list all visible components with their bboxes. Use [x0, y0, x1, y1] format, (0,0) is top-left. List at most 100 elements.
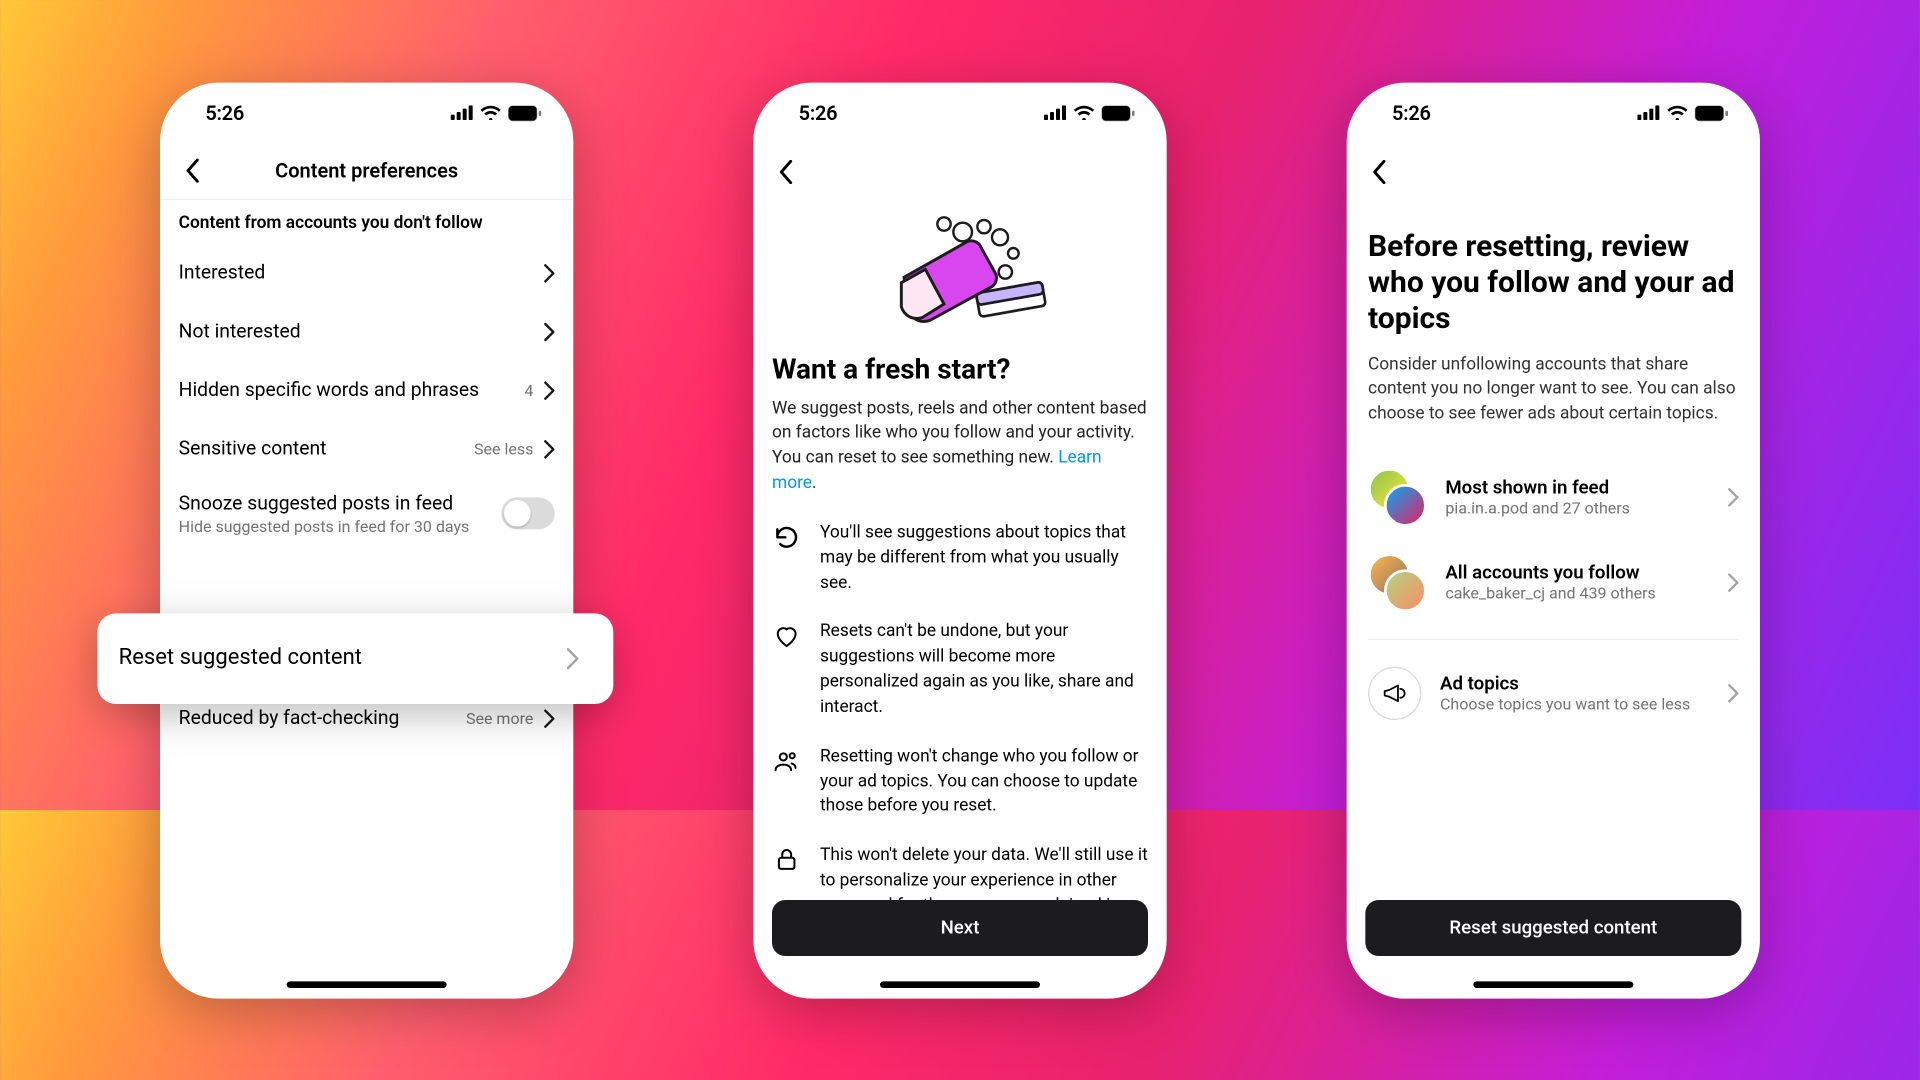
row-hidden-words[interactable]: Hidden specific words and phrases 4 [160, 361, 573, 420]
row-right: See less [474, 439, 555, 458]
onboarding-intro: We suggest posts, reels and other conten… [772, 397, 1148, 498]
page-description: Consider unfollowing accounts that share… [1368, 353, 1739, 428]
chevron-right-icon [567, 647, 579, 668]
info-item-refresh: You'll see suggestions about topics that… [772, 521, 1148, 596]
wifi-icon [480, 105, 501, 120]
row-subtitle: Choose topics you want to see less [1440, 695, 1709, 714]
value-label: See more [466, 709, 533, 728]
row-title: Most shown in feed [1445, 477, 1709, 498]
refresh-icon [772, 521, 801, 596]
value-label: See less [474, 439, 533, 458]
page-title: Before resetting, review who you follow … [1368, 229, 1739, 337]
count-badge: 4 [524, 381, 533, 400]
status-time: 5:26 [799, 101, 838, 125]
content-area: Content from accounts you don't follow I… [160, 199, 573, 998]
back-button[interactable] [769, 155, 801, 187]
battery-icon [508, 105, 541, 121]
cellular-icon [1044, 105, 1067, 120]
chevron-right-icon [1728, 684, 1739, 703]
row-label: Not interested [179, 320, 301, 343]
info-item-people: Resetting won't change who you follow or… [772, 745, 1148, 820]
row-label: Reduced by fact-checking [179, 707, 400, 730]
status-bar: 5:26 [160, 82, 573, 143]
eraser-illustration [753, 199, 1166, 354]
row-snooze-suggested[interactable]: Snooze suggested posts in feed Hide sugg… [160, 478, 573, 549]
heart-icon [772, 621, 801, 722]
row-label: Reset suggested content [119, 645, 362, 670]
phone-review-before-reset: 5:26 Before resetting, review who you fo… [1347, 82, 1760, 998]
chevron-left-icon [778, 159, 793, 183]
avatar-stack [1368, 553, 1427, 612]
status-icons [1637, 105, 1728, 121]
avatar [1384, 484, 1427, 527]
row-all-accounts[interactable]: All accounts you follow cake_baker_cj an… [1368, 540, 1739, 625]
phone-fresh-start: 5:26 Want a fresh start? [753, 82, 1166, 998]
home-indicator [287, 981, 447, 988]
status-time: 5:26 [1392, 101, 1431, 125]
status-bar: 5:26 [753, 82, 1166, 143]
row-label: Interested [179, 261, 266, 284]
chevron-right-icon [544, 263, 555, 282]
status-icons [451, 105, 542, 121]
info-text: Resetting won't change who you follow or… [820, 745, 1148, 820]
cellular-icon [451, 105, 474, 120]
row-interested[interactable]: Interested [160, 243, 573, 302]
row-title: All accounts you follow [1445, 563, 1709, 584]
row-sublabel: Hide suggested posts in feed for 30 days [179, 517, 470, 536]
row-sensitive-content[interactable]: Sensitive content See less [160, 419, 573, 478]
separator [1368, 639, 1739, 640]
row-label: Sensitive content [179, 437, 327, 460]
chevron-right-icon [1728, 488, 1739, 507]
content-area: Before resetting, review who you follow … [1347, 199, 1760, 733]
section-header-unfollowed: Content from accounts you don't follow [160, 199, 573, 243]
chevron-left-icon [185, 159, 200, 183]
chevron-right-icon [544, 709, 555, 728]
snooze-toggle[interactable] [501, 498, 554, 530]
row-right [544, 263, 555, 282]
review-list: Most shown in feed pia.in.a.pod and 27 o… [1368, 455, 1739, 734]
wifi-icon [1667, 105, 1688, 120]
onboarding-title: Want a fresh start? [772, 354, 1148, 386]
row-right: 4 [524, 381, 554, 400]
row-label: Hidden specific words and phrases [179, 379, 479, 402]
chevron-right-icon [544, 381, 555, 400]
row-most-shown[interactable]: Most shown in feed pia.in.a.pod and 27 o… [1368, 455, 1739, 540]
status-icons [1044, 105, 1135, 121]
info-item-heart: Resets can't be undone, but your suggest… [772, 621, 1148, 722]
status-bar: 5:26 [1347, 82, 1760, 143]
home-indicator [1473, 981, 1633, 988]
row-label: Snooze suggested posts in feed [179, 491, 470, 514]
row-title: Ad topics [1440, 673, 1709, 694]
avatar [1384, 569, 1427, 612]
info-text: You'll see suggestions about topics that… [820, 521, 1148, 596]
avatar-stack [1368, 468, 1427, 527]
chevron-left-icon [1371, 159, 1386, 183]
content-area: Want a fresh start? We suggest posts, re… [753, 199, 1166, 998]
page-title: Content preferences [160, 159, 573, 183]
nav-header: Content preferences [160, 143, 573, 199]
info-text: Resets can't be undone, but your suggest… [820, 621, 1148, 722]
chevron-right-icon [544, 322, 555, 341]
battery-icon [1695, 105, 1728, 121]
megaphone-icon [1368, 667, 1421, 720]
row-reset-suggested-content[interactable]: Reset suggested content [97, 613, 613, 704]
nav-header [753, 143, 1166, 199]
chevron-right-icon [544, 439, 555, 458]
battery-icon [1101, 105, 1134, 121]
people-icon [772, 745, 801, 820]
home-indicator [880, 981, 1040, 988]
nav-header [1347, 143, 1760, 199]
wifi-icon [1073, 105, 1094, 120]
next-button[interactable]: Next [772, 899, 1148, 955]
row-not-interested[interactable]: Not interested [160, 302, 573, 361]
back-button[interactable] [1363, 155, 1395, 187]
reset-button[interactable]: Reset suggested content [1365, 899, 1741, 955]
cellular-icon [1637, 105, 1660, 120]
back-button[interactable] [176, 155, 208, 187]
status-time: 5:26 [205, 101, 244, 125]
row-ad-topics[interactable]: Ad topics Choose topics you want to see … [1368, 653, 1739, 733]
chevron-right-icon [1728, 573, 1739, 592]
info-list: You'll see suggestions about topics that… [772, 521, 1148, 945]
row-subtitle: cake_baker_cj and 439 others [1445, 584, 1709, 603]
row-subtitle: pia.in.a.pod and 27 others [1445, 499, 1709, 518]
